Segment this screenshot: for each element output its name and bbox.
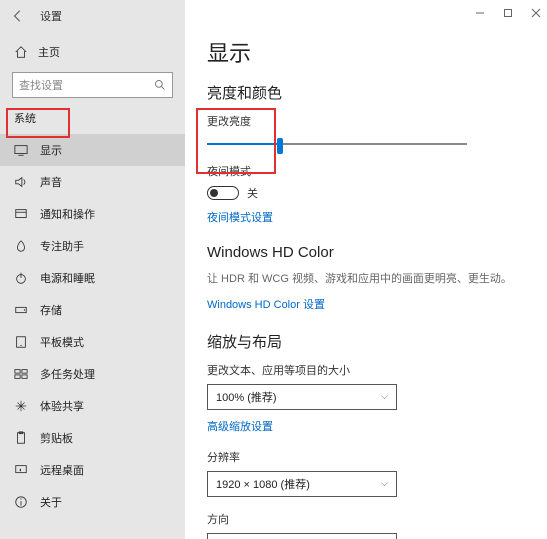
resolution-value: 1920 × 1080 (推荐) — [216, 476, 310, 492]
sidebar-item-focus[interactable]: 专注助手 — [0, 230, 185, 262]
sidebar-item-sound[interactable]: 声音 — [0, 166, 185, 198]
content-area: 显示 亮度和颜色 更改亮度 夜间模式 关 夜间模式设置 Windows HD C… — [185, 0, 547, 539]
night-mode-label: 夜间模式 — [207, 163, 525, 179]
storage-icon — [14, 303, 28, 317]
adv-scale-link[interactable]: 高级缩放设置 — [207, 418, 273, 434]
sound-icon — [14, 175, 28, 189]
remote-icon — [14, 463, 28, 477]
sidebar-item-power[interactable]: 电源和睡眠 — [0, 262, 185, 294]
sidebar-item-shared[interactable]: 体验共享 — [0, 390, 185, 422]
chevron-down-icon: ⌵ — [381, 478, 388, 489]
night-mode-state: 关 — [247, 185, 258, 201]
sidebar-item-about[interactable]: 关于 — [0, 486, 185, 518]
resolution-select[interactable]: 1920 × 1080 (推荐) ⌵ — [207, 471, 397, 497]
nav-label: 体验共享 — [40, 398, 84, 414]
share-icon — [14, 399, 28, 413]
tablet-icon — [14, 335, 28, 349]
scale-select[interactable]: 100% (推荐) ⌵ — [207, 384, 397, 410]
orientation-label: 方向 — [207, 511, 525, 527]
notifications-icon — [14, 207, 28, 221]
chevron-down-icon: ⌵ — [381, 391, 388, 402]
sidebar-item-storage[interactable]: 存储 — [0, 294, 185, 326]
home-label: 主页 — [38, 44, 60, 60]
close-button[interactable] — [529, 6, 543, 20]
hdcolor-desc: 让 HDR 和 WCG 视频、游戏和应用中的画面更明亮、更生动。 — [207, 271, 525, 288]
nav-label: 平板模式 — [40, 334, 84, 350]
nav-label: 远程桌面 — [40, 462, 84, 478]
display-icon — [14, 143, 28, 157]
home-icon — [14, 45, 28, 59]
focus-icon — [14, 239, 28, 253]
scale-value: 100% (推荐) — [216, 389, 277, 405]
scale-heading: 缩放与布局 — [207, 331, 525, 352]
clipboard-icon — [14, 431, 28, 445]
scale-text-label: 更改文本、应用等项目的大小 — [207, 362, 525, 378]
search-input[interactable]: 查找设置 — [12, 72, 173, 98]
sidebar-item-tablet[interactable]: 平板模式 — [0, 326, 185, 358]
section-label: 系统 — [0, 108, 185, 134]
window-title: 设置 — [40, 8, 62, 24]
home-link[interactable]: 主页 — [0, 38, 185, 66]
nav-label: 声音 — [40, 174, 62, 190]
sidebar-item-remote[interactable]: 远程桌面 — [0, 454, 185, 486]
sidebar-item-notifications[interactable]: 通知和操作 — [0, 198, 185, 230]
sidebar-item-display[interactable]: 显示 — [0, 134, 185, 166]
hdcolor-link[interactable]: Windows HD Color 设置 — [207, 296, 325, 312]
brightness-heading: 亮度和颜色 — [207, 82, 525, 103]
orientation-select[interactable]: 横向 ⌵ — [207, 533, 397, 539]
search-placeholder: 查找设置 — [19, 77, 63, 93]
nav-label: 显示 — [40, 142, 62, 158]
sidebar-item-clipboard[interactable]: 剪贴板 — [0, 422, 185, 454]
multitask-icon — [14, 367, 28, 381]
nav-label: 通知和操作 — [40, 206, 95, 222]
brightness-slider[interactable] — [207, 135, 467, 153]
night-mode-toggle[interactable] — [207, 186, 239, 200]
brightness-label: 更改亮度 — [207, 113, 525, 129]
maximize-button[interactable] — [501, 6, 515, 20]
nav-label: 剪贴板 — [40, 430, 73, 446]
back-button[interactable] — [8, 6, 28, 26]
nav-label: 专注助手 — [40, 238, 84, 254]
hdcolor-heading: Windows HD Color — [207, 244, 525, 261]
power-icon — [14, 271, 28, 285]
sidebar-item-multitask[interactable]: 多任务处理 — [0, 358, 185, 390]
night-mode-settings-link[interactable]: 夜间模式设置 — [207, 209, 273, 225]
about-icon — [14, 495, 28, 509]
page-title: 显示 — [207, 36, 525, 68]
nav-label: 存储 — [40, 302, 62, 318]
nav-label: 多任务处理 — [40, 366, 95, 382]
minimize-button[interactable] — [473, 6, 487, 20]
nav-label: 关于 — [40, 494, 62, 510]
resolution-label: 分辨率 — [207, 449, 525, 465]
sidebar: 主页 查找设置 系统 显示 声音 通知和操作 专注助手 电源和睡眠 — [0, 0, 185, 539]
search-icon — [154, 79, 166, 91]
nav-label: 电源和睡眠 — [40, 270, 95, 286]
